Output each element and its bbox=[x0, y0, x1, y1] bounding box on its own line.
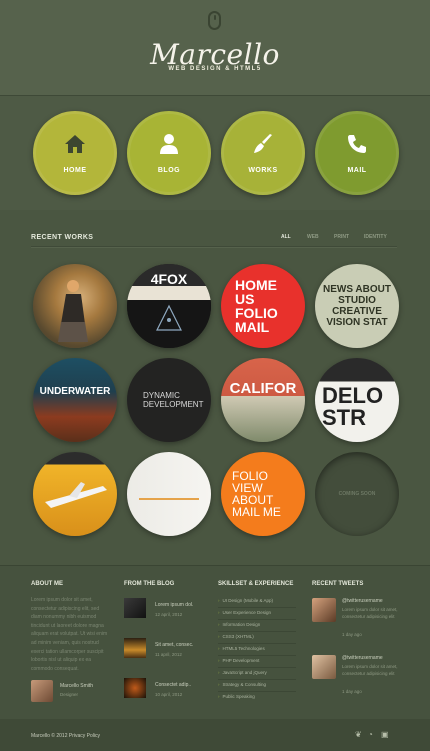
skill-divider bbox=[218, 643, 296, 644]
work-dynamic-development[interactable]: DYNAMIC DEVELOPMENT bbox=[127, 358, 211, 442]
filter-all[interactable]: ALL bbox=[281, 234, 291, 240]
work-4fox-label: 4FOX bbox=[127, 264, 211, 287]
work-califor[interactable]: CALIFOR bbox=[221, 358, 305, 442]
about-role: Designer bbox=[60, 692, 79, 697]
skill-item[interactable]: JavaScript and jQuery bbox=[218, 670, 267, 675]
tweets-title: RECENT TWEETS bbox=[312, 581, 364, 587]
skill-divider bbox=[218, 667, 296, 668]
skill-item[interactable]: Strategy & Consulting bbox=[218, 682, 267, 687]
tweet-avatar bbox=[312, 598, 336, 622]
about-text: Lorem ipsum dolor sit amet, consectetur … bbox=[31, 597, 108, 672]
airplane-icon bbox=[45, 482, 107, 508]
skill-item[interactable]: CSS3 (XHTML) bbox=[218, 634, 254, 639]
nav-mail-label: MAIL bbox=[347, 166, 367, 174]
filter-print[interactable]: PRINT bbox=[334, 234, 349, 240]
skill-divider bbox=[218, 691, 296, 692]
work-woman-portrait[interactable] bbox=[33, 264, 117, 348]
mouse-icon bbox=[208, 11, 221, 30]
blog-post-title[interactable]: Lorem ipsum dol. bbox=[155, 602, 193, 608]
phone-icon bbox=[346, 133, 368, 161]
work-dynamic-label: DYNAMIC DEVELOPMENT bbox=[143, 391, 204, 409]
nav-blog[interactable]: BLOG bbox=[127, 111, 211, 195]
tweet-text: Lorem ipsum dolor sit amet, consectetur … bbox=[342, 607, 398, 619]
blog-post-title[interactable]: Consectet adip.. bbox=[155, 682, 191, 688]
nav-home[interactable]: HOME bbox=[33, 111, 117, 195]
nav-blog-label: BLOG bbox=[157, 166, 181, 174]
about-title: ABOUT ME bbox=[31, 581, 63, 587]
recent-works-title: RECENT WORKS bbox=[31, 234, 94, 241]
nav-works-label: WORKS bbox=[248, 166, 278, 174]
blog-post-date: 12 april, 2012 bbox=[155, 612, 183, 617]
nav-area: HOME BLOG WORKS MAIL bbox=[0, 96, 430, 210]
skill-item[interactable]: Public Speaking bbox=[218, 694, 255, 699]
about-avatar bbox=[31, 680, 53, 702]
blog-thumb[interactable] bbox=[124, 598, 146, 618]
work-home-us-label: HOME US FOLIO MAIL bbox=[235, 277, 278, 335]
works-divider bbox=[31, 246, 397, 247]
house-icon bbox=[64, 133, 86, 161]
work-underwater-label: UNDERWATER bbox=[39, 385, 111, 397]
skill-item[interactable]: UI Design (Mobile & App) bbox=[218, 598, 274, 603]
work-minimal-site[interactable] bbox=[127, 452, 211, 536]
work-califor-label: CALIFOR bbox=[229, 379, 297, 397]
skill-divider bbox=[218, 679, 296, 680]
rss-icon[interactable]: ◔ bbox=[368, 730, 373, 739]
work-underwater[interactable]: UNDERWATER bbox=[33, 358, 117, 442]
skill-divider bbox=[218, 619, 296, 620]
work-home-us-folio-mail[interactable]: HOME US FOLIO MAIL bbox=[221, 264, 305, 348]
skill-item[interactable]: User Experience Design bbox=[218, 610, 272, 615]
copyright: Marcello © 2012 Privacy Policy bbox=[31, 733, 100, 739]
user-icon bbox=[159, 133, 179, 161]
work-delo-label: DELO STR bbox=[322, 383, 384, 430]
blog-title: FROM THE BLOG bbox=[124, 581, 175, 587]
tweet-time: 1 day ago bbox=[342, 689, 362, 694]
nav-works[interactable]: WORKS bbox=[221, 111, 305, 195]
work-4fox[interactable]: 4FOX bbox=[127, 264, 211, 348]
skill-item[interactable]: PHP Development bbox=[218, 658, 260, 663]
blog-post-date: 11 april, 2012 bbox=[155, 652, 182, 657]
work-folio-view-about-mail[interactable]: FOLIO VIEW ABOUT MAIL ME bbox=[221, 452, 305, 536]
tweet-handle[interactable]: @twitterusername bbox=[342, 598, 383, 604]
brush-icon bbox=[252, 133, 274, 161]
work-coming-soon-label: COMING SOON bbox=[338, 491, 376, 497]
skills-title: SKILLSET & EXPERIENCE bbox=[218, 581, 294, 587]
about-name[interactable]: Marcello Smith bbox=[60, 683, 93, 689]
work-news-about-studio[interactable]: NEWS ABOUT STUDIO CREATIVE VISION STAT bbox=[315, 264, 399, 348]
tweet-time: 1 day ago bbox=[342, 632, 362, 637]
blog-thumb[interactable] bbox=[124, 638, 146, 658]
tweet-text: Lorem ipsum dolor sit amet, consectetur … bbox=[342, 664, 398, 676]
skill-divider bbox=[218, 655, 296, 656]
work-folio-view-label: FOLIO VIEW ABOUT MAIL ME bbox=[232, 469, 281, 519]
blog-thumb[interactable] bbox=[124, 678, 146, 698]
skill-divider bbox=[218, 631, 296, 632]
facebook-icon[interactable]: ▣ bbox=[381, 730, 389, 739]
skill-item[interactable]: HTML5 Technologies bbox=[218, 646, 265, 651]
tweet-handle[interactable]: @twitterusername bbox=[342, 655, 383, 661]
filter-web[interactable]: WEB bbox=[307, 234, 319, 240]
woman-figure-icon bbox=[58, 280, 88, 342]
skill-divider bbox=[218, 607, 296, 608]
blog-post-title[interactable]: Sit amet, consec. bbox=[155, 642, 193, 648]
blog-post-date: 10 april, 2012 bbox=[155, 692, 183, 697]
nav-mail[interactable]: MAIL bbox=[315, 111, 399, 195]
work-airplane[interactable] bbox=[33, 452, 117, 536]
filter-identity[interactable]: IDENTITY bbox=[364, 234, 387, 240]
nav-home-label: HOME bbox=[63, 166, 87, 174]
twitter-icon[interactable]: ❦ bbox=[355, 730, 362, 739]
site-tagline: WEB DESIGN & HTML5 bbox=[168, 66, 262, 72]
tweet-avatar bbox=[312, 655, 336, 679]
work-news-label: NEWS ABOUT STUDIO CREATIVE VISION STAT bbox=[323, 284, 391, 328]
skill-item[interactable]: Information Design bbox=[218, 622, 261, 627]
work-delo-str[interactable]: DELO STR bbox=[315, 358, 399, 442]
work-coming-soon[interactable]: COMING SOON bbox=[315, 452, 399, 536]
